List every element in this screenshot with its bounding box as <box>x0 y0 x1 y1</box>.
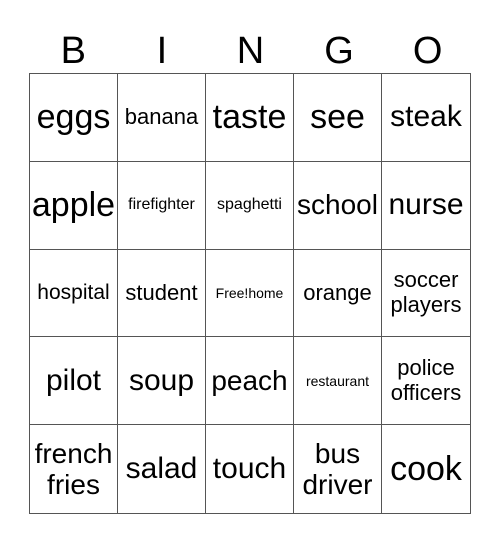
bingo-cell[interactable]: banana <box>118 74 206 162</box>
bingo-cell[interactable]: taste <box>206 74 294 162</box>
header-letter-n: N <box>236 30 265 72</box>
bingo-cell[interactable]: orange <box>294 249 382 338</box>
bingo-cell[interactable]: soccer players <box>382 250 470 338</box>
bingo-cell[interactable]: steak <box>382 74 470 162</box>
header-letter-g: G <box>324 30 354 72</box>
bingo-cell[interactable]: see <box>294 74 382 162</box>
header-letter-b: B <box>60 30 86 72</box>
bingo-header: B I N G O <box>29 30 472 73</box>
bingo-cell[interactable]: spaghetti <box>206 161 294 250</box>
bingo-cell[interactable]: soup <box>118 337 206 426</box>
bingo-cell[interactable]: peach <box>206 337 294 426</box>
bingo-cell[interactable]: hospital <box>30 249 118 338</box>
bingo-cell[interactable]: french fries <box>30 425 118 513</box>
header-letter-i: I <box>156 30 168 72</box>
bingo-cell[interactable]: cook <box>382 425 470 513</box>
bingo-cell[interactable]: pilot <box>30 337 118 426</box>
bingo-cell[interactable]: school <box>294 161 382 250</box>
free-space-cell[interactable]: Free!home <box>206 249 294 338</box>
bingo-cell[interactable]: bus driver <box>294 425 382 513</box>
header-letter-o: O <box>412 30 443 72</box>
bingo-cell[interactable]: student <box>118 249 206 338</box>
bingo-cell[interactable]: apple <box>30 161 118 250</box>
bingo-cell[interactable]: restaurant <box>294 337 382 426</box>
bingo-cell[interactable]: nurse <box>382 162 470 250</box>
bingo-cell[interactable]: salad <box>118 425 206 513</box>
bingo-cell[interactable]: touch <box>206 425 294 513</box>
bingo-cell[interactable]: firefighter <box>118 161 206 250</box>
bingo-cell[interactable]: police officers <box>382 337 470 426</box>
bingo-card: eggs banana taste see steak apple firefi… <box>29 73 471 514</box>
bingo-cell[interactable]: eggs <box>30 74 118 162</box>
